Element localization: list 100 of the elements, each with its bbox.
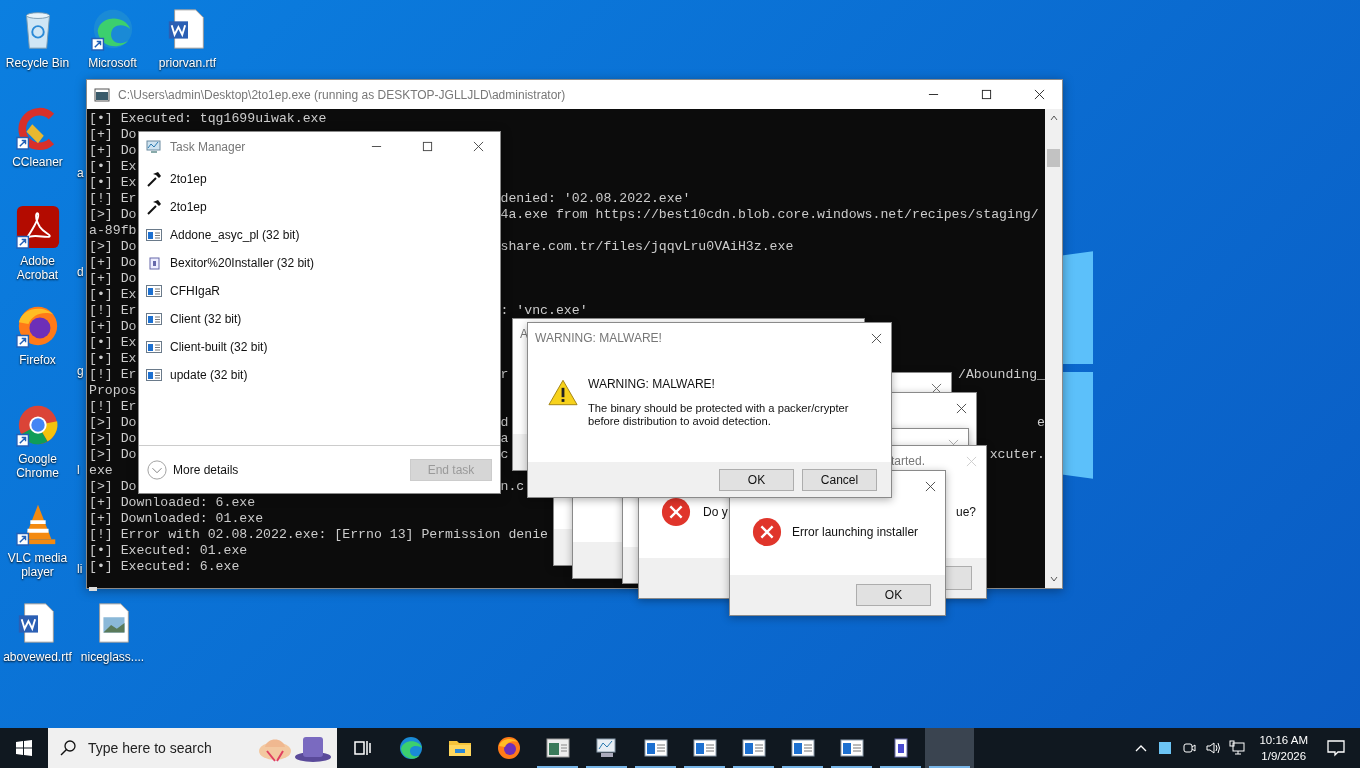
process-item[interactable]: 2to1ep [139,165,500,193]
scroll-up-icon[interactable] [1048,113,1059,123]
icon-label[interactable]: d [77,265,84,279]
console-text: n.c [500,479,525,494]
icon-label[interactable]: VLC media player [1,551,74,579]
app-window-icon [146,227,162,243]
console-text: Propos [89,383,137,398]
scroll-down-icon[interactable] [1048,574,1059,584]
icon-label[interactable]: a [77,166,84,180]
close-icon[interactable] [1034,89,1045,100]
console-text: exe [89,463,113,478]
process-item[interactable]: update (32 bit) [139,361,500,389]
console-text: /Abounding_ [957,367,1046,382]
dialog-title: A [520,327,528,341]
monitor-icon [146,138,162,155]
maximize-icon[interactable] [422,141,433,152]
icon-label[interactable]: Microsoft [76,56,149,70]
icon-label[interactable]: Recycle Bin [1,56,74,70]
console-text: [>] Do [89,447,137,462]
console-icon [94,86,110,103]
console-text: [+] Do [89,143,137,158]
close-icon[interactable] [871,332,882,344]
task-view-icon [351,738,372,758]
close-icon[interactable] [473,141,484,152]
clock[interactable]: 10:16 AM 1/9/2026 [1259,732,1308,764]
icon-label[interactable]: abovewed.rtf [1,650,74,664]
monitor-icon [594,736,619,760]
chevron-down-icon [147,459,167,480]
windows-start-icon [16,740,32,756]
dialog-text: Do y [703,505,728,519]
icon-label[interactable]: Adobe Acrobat [1,254,74,282]
icon-label[interactable]: g [77,364,84,378]
console-text: c [500,447,509,462]
ok-button[interactable]: OK [856,584,931,606]
console-text: [>] Do [89,479,137,494]
console-text: 4a.exe from https://best10cdn.blob.core.windows.net/recipes/staging/ [500,207,1039,222]
hammer-icon [146,199,162,215]
console-text: [+] Do [89,255,137,270]
console-text: r [500,367,509,382]
ok-button[interactable]: OK [719,468,794,491]
icon-label[interactable]: Google Chrome [1,452,74,480]
installer-icon [146,255,162,271]
console-text: [!] Er [89,399,137,414]
process-item[interactable]: Client (32 bit) [139,305,500,333]
pdf-app-icon[interactable] [14,204,61,250]
close-icon[interactable] [925,480,936,492]
console-text: [+] Do [89,271,137,286]
process-item[interactable]: 2to1ep [139,193,500,221]
console-text: xcuter. [989,447,1046,462]
square-icon[interactable] [1157,740,1174,756]
icon-label[interactable]: CCleaner [1,155,74,169]
console-text: [!] Error with 02.08.2022.exe: [Errno 13] Permission denie [89,527,548,542]
volume-icon[interactable] [1205,740,1222,756]
icon-label[interactable]: priorvan.rtf [151,56,224,70]
icon-label[interactable]: li [77,562,83,576]
app-window-icon [146,311,162,327]
console-text: [!] Er [89,367,137,382]
icon-label[interactable]: l [77,463,80,477]
more-details-link[interactable]: More details [147,459,239,480]
console-text: [•] Executed: 6.exe [89,559,240,574]
search-field[interactable]: Type here to search [48,728,337,768]
warning-message: The binary should be protected with a packer/crypter before distribution to avoid detection. [588,402,850,428]
close-icon[interactable] [956,402,967,414]
app-window-icon [146,283,162,299]
console-text: [•] Executed: 01.exe [89,543,248,558]
console-text: [>] Do [89,239,137,254]
console-text: [•] Ex [89,351,137,366]
maximize-icon[interactable] [981,89,992,100]
search-icon [60,740,76,756]
console-text: e [1037,415,1046,430]
text-cursor [89,587,97,591]
process-item[interactable]: CFHIgaR [139,277,500,305]
notification-icon[interactable] [1326,738,1346,758]
app-window-icon [643,736,668,760]
error-icon [752,517,782,547]
process-item[interactable]: Addone_asyc_pl (32 bit) [139,221,500,249]
camera-icon[interactable] [1181,740,1198,756]
icon-label[interactable]: niceglass.... [76,650,149,664]
close-icon[interactable] [931,382,942,394]
console-text: d [500,415,509,430]
warning-icon [548,379,578,406]
cancel-button[interactable]: Cancel [802,468,877,491]
browser-icon [398,736,423,760]
scrollbar-thumb[interactable] [1047,149,1060,167]
console-text: a [500,431,509,446]
icon-label[interactable]: Firefox [1,353,74,367]
console-text: denied: '02.08.2022.exe' [500,191,691,206]
process-item[interactable]: Bexitor%20Installer (32 bit) [139,249,500,277]
console-text: share.com.tr/files/jqqvLru0VAiH3z.exe [500,239,794,254]
console-text: [+] Downloaded: 6.exe [89,495,256,510]
console-text: [+] Do [89,319,137,334]
app-window-icon [545,736,570,760]
console-text: [>] Do [89,207,137,222]
app-window-icon [790,736,815,760]
console-text: [•] Executed: tqg1699uiwak.exe [89,111,327,126]
window-title: Task Manager [170,139,246,154]
console-text: [!] Er [89,303,137,318]
network-icon[interactable] [1229,740,1246,756]
app-window-icon [146,367,162,383]
process-item[interactable]: Client-built (32 bit) [139,333,500,361]
